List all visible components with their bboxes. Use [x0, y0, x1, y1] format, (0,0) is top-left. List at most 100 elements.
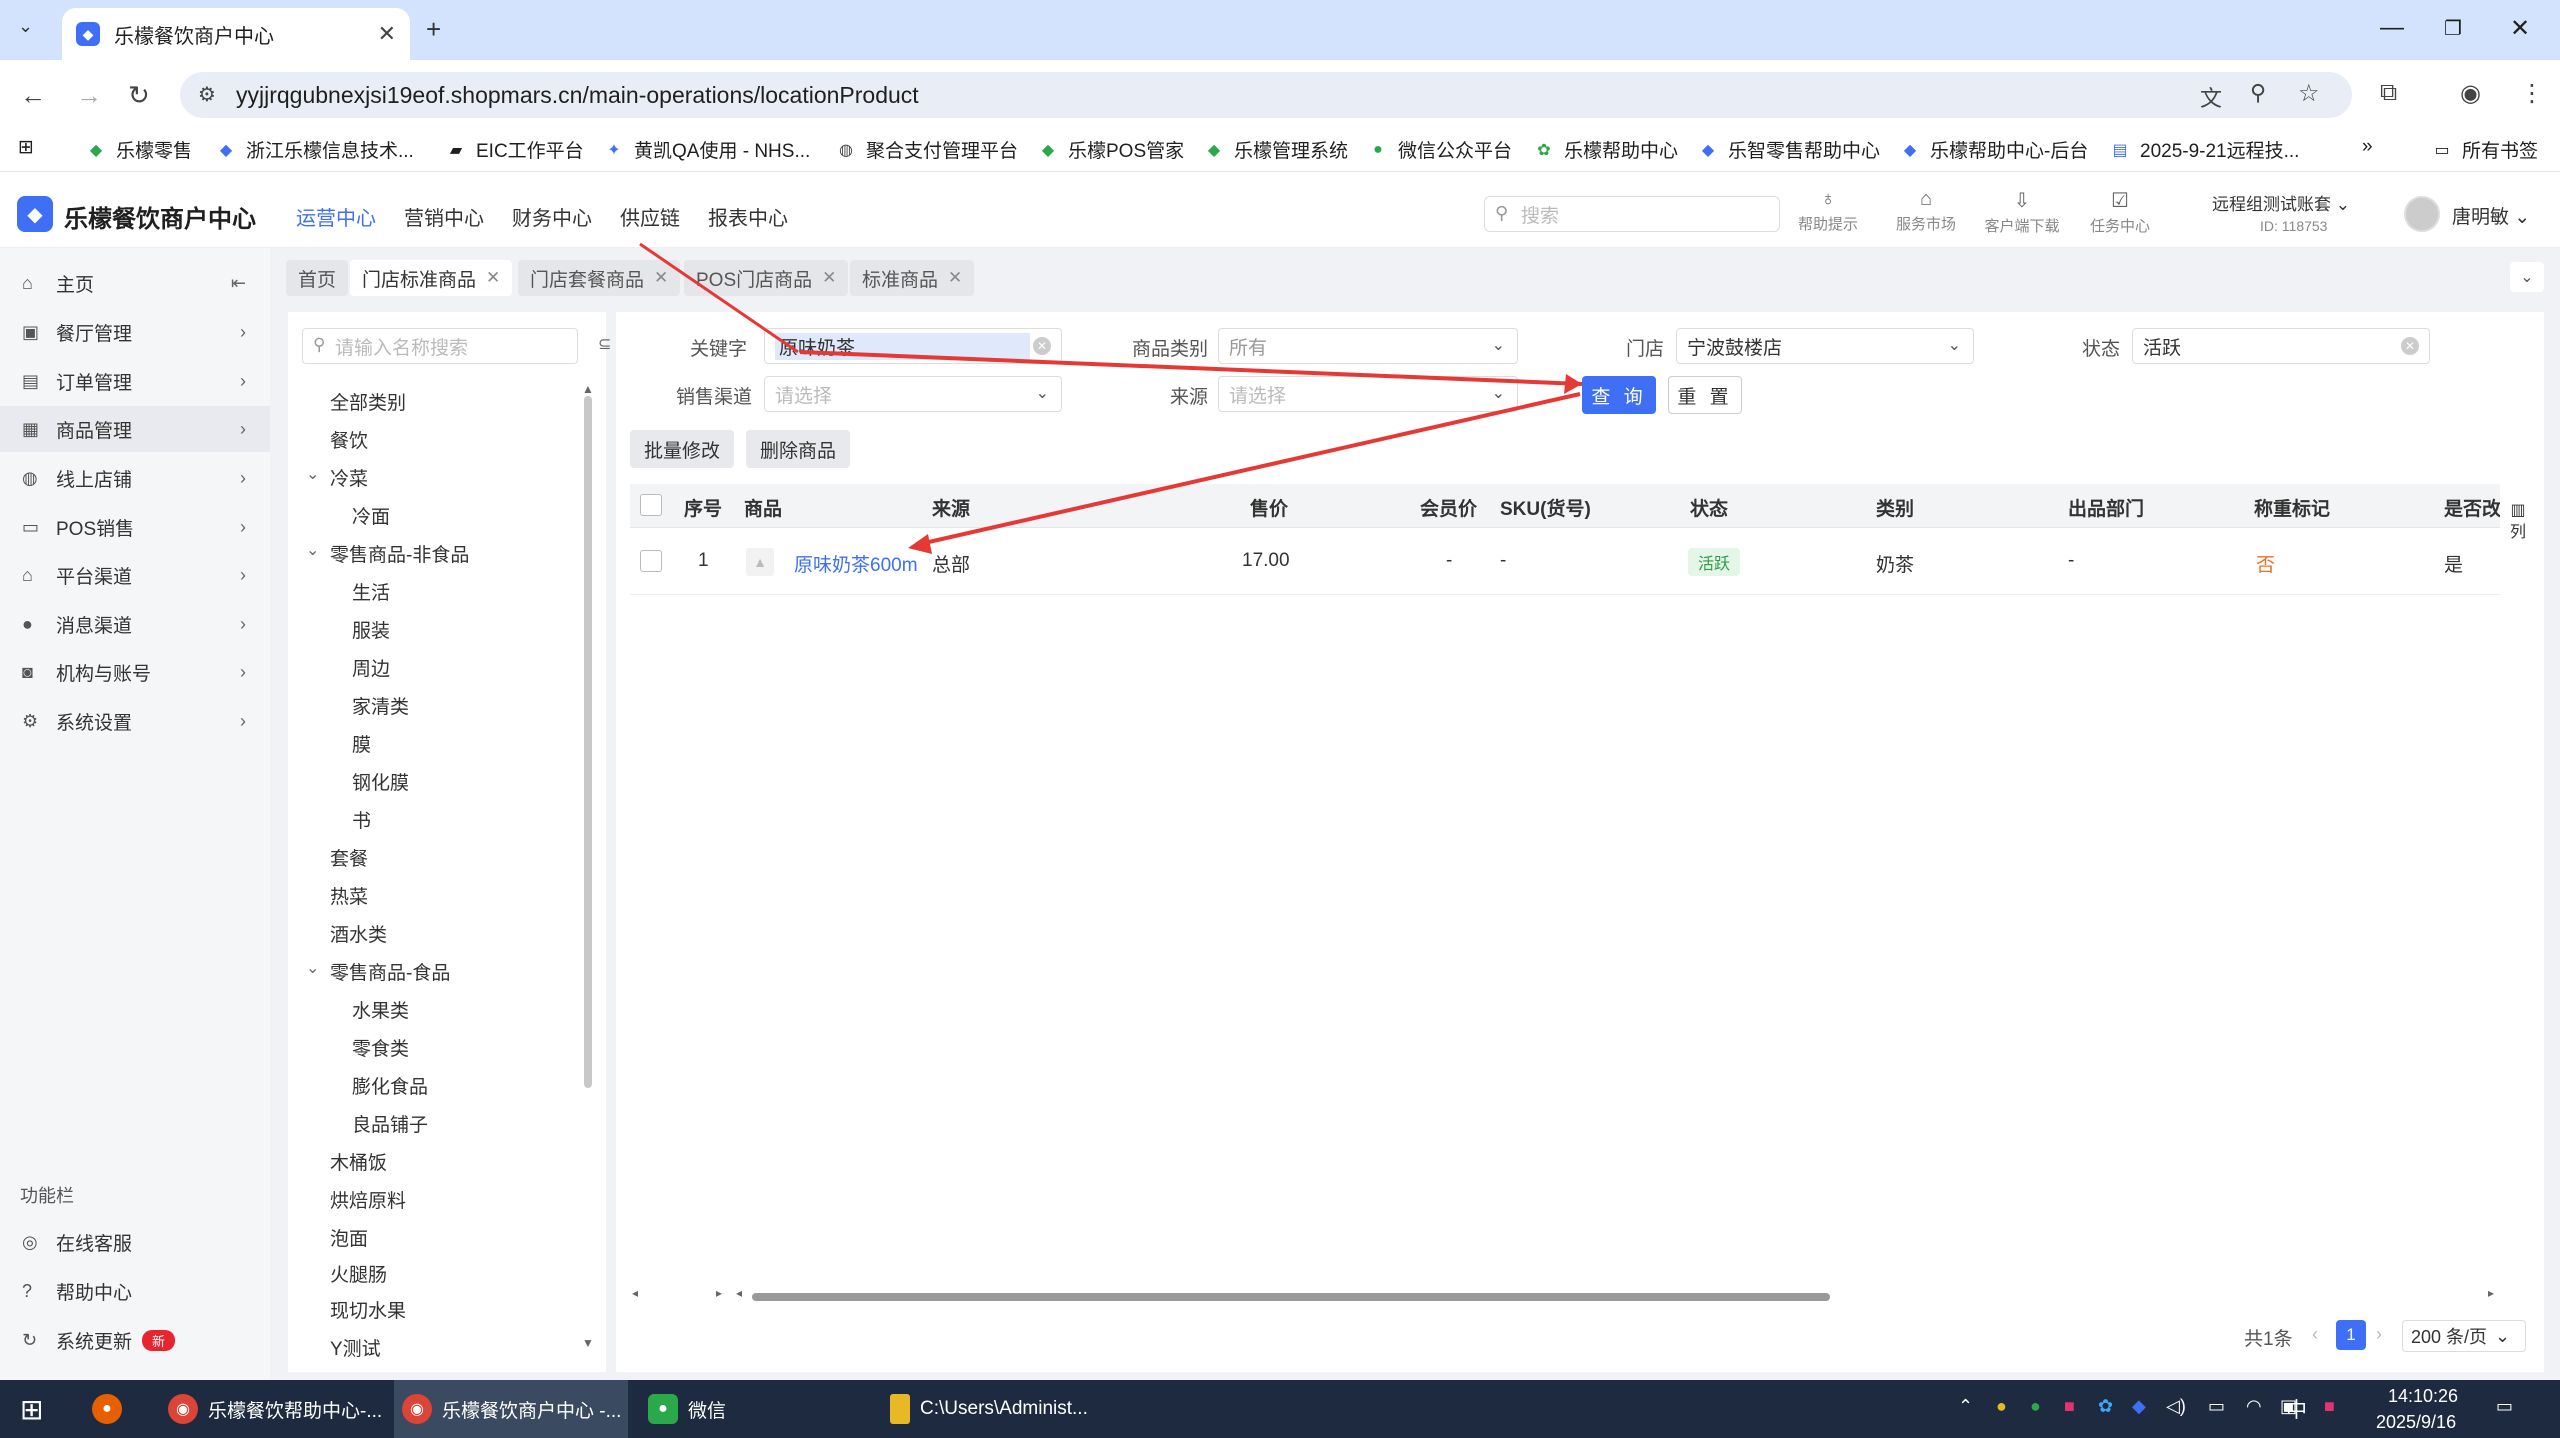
translate-icon[interactable]: 文	[2200, 81, 2222, 113]
tab-standard-products[interactable]: 标准商品 ✕	[850, 260, 975, 296]
tree-item[interactable]: 服装	[352, 616, 390, 643]
bookmark-item[interactable]: ✿ 乐檬帮助中心	[1534, 136, 1678, 163]
site-info-icon[interactable]: ⚙	[198, 82, 216, 107]
page-size-select[interactable]: 200 条/页 ⌄	[2402, 1320, 2526, 1352]
clock-date[interactable]: 2025/9/16	[2376, 1412, 2456, 1433]
avatar[interactable]	[2404, 196, 2440, 232]
task-center-button[interactable]: ☑ 任务中心	[2080, 188, 2160, 236]
query-button[interactable]: 查 询	[1582, 376, 1656, 414]
zoom-icon[interactable]: ⚲	[2250, 80, 2266, 106]
collapse-sidebar-icon[interactable]: ⇤	[231, 273, 246, 294]
tray-app-icon[interactable]: ■	[2064, 1396, 2075, 1417]
delete-product-button[interactable]: 删除商品	[746, 430, 851, 468]
batch-edit-button[interactable]: 批量修改	[630, 430, 735, 468]
status-select[interactable]: 活跃 ✕	[2132, 328, 2430, 364]
tree-toggle-icon[interactable]: ⊆	[598, 334, 611, 354]
topnav-supply[interactable]: 供应链	[620, 202, 680, 231]
sidebar-item-settings[interactable]: ⚙ 系统设置 ›	[0, 698, 270, 744]
tree-item[interactable]: 火腿肠	[330, 1260, 387, 1287]
bookmark-item[interactable]: ◆ 浙江乐檬信息技术...	[216, 136, 414, 163]
more-bookmarks-icon[interactable]: »	[2362, 136, 2373, 158]
tray-expand-icon[interactable]: ⌃	[1958, 1396, 1973, 1417]
profile-icon[interactable]: ◉	[2460, 79, 2481, 108]
tree-item[interactable]: 餐饮	[330, 426, 368, 453]
tree-item[interactable]: 全部类别	[330, 388, 406, 415]
taskbar-app-explorer[interactable]: C:\Users\Administ...	[890, 1380, 1088, 1438]
tree-item[interactable]: 冷菜	[330, 464, 368, 491]
topnav-operations[interactable]: 运营中心	[296, 202, 376, 231]
account-switcher[interactable]: 远程组测试账套 ⌄	[2212, 190, 2350, 215]
bookmark-item[interactable]: ● 微信公众平台	[1368, 136, 1512, 163]
sidebar-item-org[interactable]: ◙ 机构与账号 ›	[0, 649, 270, 695]
tree-item[interactable]: 家清类	[352, 692, 409, 719]
bookmark-item[interactable]: ✦ 黄凯QA使用 - NHS...	[604, 136, 810, 163]
tray-app-icon[interactable]: ●	[1996, 1396, 2007, 1417]
tab-home[interactable]: 首页	[286, 260, 349, 296]
sidebar-item-home[interactable]: ⌂ 主页 ⇤	[0, 260, 270, 306]
tree-item[interactable]: 膨化食品	[352, 1072, 428, 1099]
bookmark-item[interactable]: ◆ 乐檬管理系统	[1204, 136, 1348, 163]
browser-tab-active[interactable]: ◆ 乐檬餐饮商户中心 ✕	[62, 8, 410, 60]
online-service-button[interactable]: ◎ 在线客服	[0, 1219, 270, 1265]
apps-icon[interactable]: ⊞	[18, 136, 34, 159]
address-bar[interactable]: ⚙ yyjjrqgubnexjsi19eof.shopmars.cn/main-…	[180, 72, 2352, 118]
clear-icon[interactable]: ✕	[1033, 337, 1051, 355]
tabs-more-icon[interactable]: ⌄	[2510, 262, 2544, 292]
pager-prev-icon[interactable]: ‹	[2312, 1324, 2318, 1345]
tree-item[interactable]: Y测试	[330, 1334, 381, 1361]
reload-icon[interactable]: ↻	[128, 80, 150, 111]
service-market-button[interactable]: ⌂ 服务市场	[1886, 188, 1966, 234]
volume-icon[interactable]: ◁)	[2166, 1396, 2186, 1417]
pager-next-icon[interactable]: ›	[2376, 1324, 2382, 1345]
tray-wechat-icon[interactable]: ●	[2030, 1396, 2041, 1417]
sidebar-item-restaurant[interactable]: ▣ 餐厅管理 ›	[0, 309, 270, 355]
clock-time[interactable]: 14:10:26	[2388, 1386, 2458, 1407]
tree-item[interactable]: 木桶饭	[330, 1148, 387, 1175]
chevron-down-icon[interactable]: ⌄	[306, 540, 319, 560]
forward-icon[interactable]: →	[76, 80, 102, 111]
tray-app-icon[interactable]: ◆	[2132, 1396, 2146, 1417]
tree-item[interactable]: 水果类	[352, 996, 409, 1023]
bookmark-item[interactable]: ▤ 2025-9-21远程技...	[2110, 136, 2299, 163]
scroll-down-icon[interactable]: ▼	[582, 1336, 594, 1350]
tree-item[interactable]: 生活	[352, 578, 390, 605]
bookmark-item[interactable]: ◆ 乐檬帮助中心-后台	[1900, 136, 2088, 163]
help-tips-button[interactable]: ♁ 帮助提示	[1788, 188, 1868, 234]
new-tab-icon[interactable]: +	[426, 14, 441, 45]
tree-item[interactable]: 酒水类	[330, 920, 387, 947]
user-menu[interactable]: 唐明敏 ⌄	[2452, 202, 2530, 229]
sidebar-item-online-store[interactable]: ◍ 线上店铺 ›	[0, 455, 270, 501]
window-close-icon[interactable]: ✕	[2510, 14, 2530, 43]
keyword-input[interactable]: 原味奶茶 ✕	[764, 328, 1062, 364]
bookmark-item[interactable]: ▰ EIC工作平台	[446, 136, 584, 163]
clear-icon[interactable]: ✕	[2401, 337, 2419, 355]
sidebar-item-message[interactable]: ● 消息渠道 ›	[0, 601, 270, 647]
tree-item[interactable]: 冷面	[352, 502, 390, 529]
channel-select[interactable]: 请选择 ⌄	[764, 376, 1062, 412]
taskbar-app-wechat[interactable]: ● 微信	[648, 1380, 726, 1438]
tree-item[interactable]: 零食类	[352, 1034, 409, 1061]
topnav-reports[interactable]: 报表中心	[708, 202, 788, 231]
tray-app-icon[interactable]: ✿	[2098, 1396, 2113, 1417]
source-select[interactable]: 请选择 ⌄	[1218, 376, 1518, 412]
chevron-down-icon[interactable]: ⌄	[306, 464, 319, 484]
bookmark-item[interactable]: ◆ 乐檬POS管家	[1038, 136, 1184, 163]
chevron-down-icon[interactable]: ⌄	[306, 958, 319, 978]
notification-icon[interactable]: ▭	[2496, 1396, 2513, 1417]
restore-icon[interactable]: ❐	[2444, 16, 2462, 41]
tree-item[interactable]: 零售商品-食品	[330, 958, 450, 985]
select-all-checkbox[interactable]	[640, 494, 662, 516]
tree-item[interactable]: 热菜	[330, 882, 368, 909]
tab-pos-store-products[interactable]: POS门店商品 ✕	[684, 260, 849, 296]
store-select[interactable]: 宁波鼓楼店 ⌄	[1676, 328, 1974, 364]
start-button[interactable]: ⊞	[20, 1380, 43, 1438]
sogou-icon[interactable]: ■	[2324, 1396, 2335, 1417]
header-search-input[interactable]: ⚲ 搜索	[1484, 196, 1780, 232]
tab-list-icon[interactable]: ⌄	[18, 16, 33, 37]
bookmark-item[interactable]: ◆ 乐智零售帮助中心	[1698, 136, 1880, 163]
scroll-left-icon[interactable]: ◂	[736, 1286, 742, 1300]
horizontal-scrollbar[interactable]	[752, 1293, 1830, 1301]
row-checkbox[interactable]	[640, 550, 662, 572]
tree-item[interactable]: 现切水果	[330, 1296, 406, 1323]
category-select[interactable]: 所有 ⌄	[1218, 328, 1518, 364]
